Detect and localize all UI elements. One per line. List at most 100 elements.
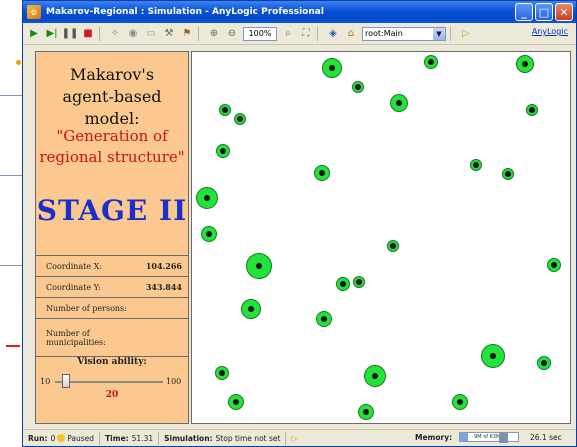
app-window: ⚙ Makarov-Regional : Simulation - AnyLog…: [22, 0, 577, 447]
background-desktop: [0, 0, 22, 447]
zoom-in-icon[interactable]: ⊕: [207, 27, 221, 41]
chevron-down-icon[interactable]: ▼: [433, 27, 445, 40]
paused-icon: [57, 434, 66, 442]
persons-label: Number of persons:: [46, 303, 127, 313]
wrench-icon[interactable]: ⚒: [162, 27, 176, 41]
agent[interactable]: [352, 81, 364, 93]
simulation-canvas[interactable]: [191, 51, 571, 424]
separator: [198, 26, 199, 41]
slider-min: 10: [40, 377, 51, 386]
agent-core: [321, 316, 327, 322]
agent-core: [220, 148, 226, 154]
zoom-field[interactable]: 100%: [243, 26, 277, 41]
vision-slider-track[interactable]: [55, 381, 163, 383]
zoom-tool-icon[interactable]: ⌕: [281, 27, 295, 41]
agent[interactable]: [526, 104, 538, 116]
agent[interactable]: [358, 404, 374, 420]
agent-core: [457, 399, 463, 405]
agent[interactable]: [390, 94, 408, 112]
agent[interactable]: [196, 187, 218, 209]
agent[interactable]: [322, 58, 342, 78]
agent-core: [248, 306, 254, 312]
panel-subtitle: "Generation of regional structure": [36, 126, 188, 168]
toolbar: ▶ ▶| ❚❚ ■ ✧ ◉ ▭ ⚒ ⚑ ⊕ ⊖ 100% ⌕ ⛶ ◈ ⌂ roo…: [23, 23, 576, 45]
agent[interactable]: [234, 113, 246, 125]
agent[interactable]: [502, 168, 514, 180]
time-value: 51.31: [131, 433, 154, 443]
pause-icon[interactable]: ❚❚: [62, 27, 79, 41]
zoom-out-icon[interactable]: ⊖: [225, 27, 239, 41]
panel-subtitle-line2: regional structure": [39, 148, 185, 166]
slider-max: 100: [166, 377, 182, 386]
stop-icon[interactable]: ■: [81, 27, 95, 41]
agent-core: [206, 231, 212, 237]
agent-core: [319, 170, 325, 176]
navigate-icon[interactable]: ◈: [326, 27, 340, 41]
app-icon: ⚙: [27, 5, 41, 19]
close-button[interactable]: ✕: [555, 3, 573, 21]
console-icon[interactable]: ▷: [286, 432, 302, 445]
agent[interactable]: [201, 226, 217, 242]
agent[interactable]: [246, 253, 272, 279]
agent-core: [329, 65, 335, 71]
bg-line: [0, 175, 22, 176]
agent-core: [390, 243, 396, 249]
agent[interactable]: [387, 240, 399, 252]
agent[interactable]: [336, 277, 350, 291]
agent[interactable]: [353, 276, 365, 288]
minimize-button[interactable]: _: [515, 3, 533, 21]
title-bar[interactable]: ⚙ Makarov-Regional : Simulation - AnyLog…: [23, 1, 576, 23]
vision-slider-thumb[interactable]: [62, 374, 70, 388]
root-select[interactable]: root:Main ▼: [362, 26, 446, 41]
agent[interactable]: [215, 366, 229, 380]
agent[interactable]: [216, 144, 230, 158]
agent-core: [473, 162, 479, 168]
agent-core: [356, 279, 362, 285]
agent-core: [222, 107, 228, 113]
home-icon[interactable]: ⌂: [344, 27, 358, 41]
panel-title-line1: Makarov's: [69, 65, 155, 84]
agent[interactable]: [516, 55, 534, 73]
agent-core: [363, 409, 369, 415]
bg-dot: [16, 60, 21, 65]
panel-subtitle-line1: "Generation of: [56, 127, 168, 145]
speed-icon[interactable]: ◉: [126, 27, 140, 41]
panel-title: Makarov's agent-based model:: [36, 64, 188, 130]
agent-core: [551, 262, 557, 268]
step-icon[interactable]: ▶|: [45, 27, 59, 41]
anylogic-link[interactable]: AnyLogic: [532, 27, 568, 36]
agent[interactable]: [481, 344, 505, 368]
run-icon[interactable]: ▶: [27, 27, 41, 41]
speed-down-icon[interactable]: ✧: [108, 27, 122, 41]
run-status: Run: 0 Paused: [23, 431, 101, 445]
status-bar: Run: 0 Paused Time: 51.31 Simulation: St…: [23, 429, 576, 446]
agent[interactable]: [219, 104, 231, 116]
fit-icon[interactable]: ⛶: [299, 27, 313, 41]
agent[interactable]: [537, 356, 551, 370]
agent-core: [522, 61, 528, 67]
agent[interactable]: [470, 159, 482, 171]
maximize-button[interactable]: □: [535, 3, 553, 21]
agent[interactable]: [547, 258, 561, 272]
memory-fill: [460, 433, 469, 441]
agent[interactable]: [424, 55, 438, 69]
run-value: 0: [50, 433, 56, 443]
stage-label: STAGE II: [36, 194, 188, 227]
separator: [99, 26, 100, 41]
agent-core: [505, 171, 511, 177]
agent[interactable]: [228, 394, 244, 410]
agent[interactable]: [452, 394, 468, 410]
agent[interactable]: [364, 365, 386, 387]
agent[interactable]: [241, 299, 261, 319]
speed-up-icon[interactable]: ⚑: [180, 27, 194, 41]
agent[interactable]: [314, 165, 330, 181]
agent[interactable]: [316, 311, 332, 327]
run-state: Paused: [67, 433, 95, 443]
coordinate-y-row: Coordinate Y: 343.844: [36, 277, 188, 298]
agent-core: [204, 195, 210, 201]
agent-core: [541, 360, 547, 366]
virtual-time-icon[interactable]: ▭: [144, 27, 158, 41]
trash-icon[interactable]: [499, 433, 508, 443]
console-icon[interactable]: ▷: [459, 27, 473, 41]
coordinate-x-label: Coordinate X:: [46, 261, 103, 271]
